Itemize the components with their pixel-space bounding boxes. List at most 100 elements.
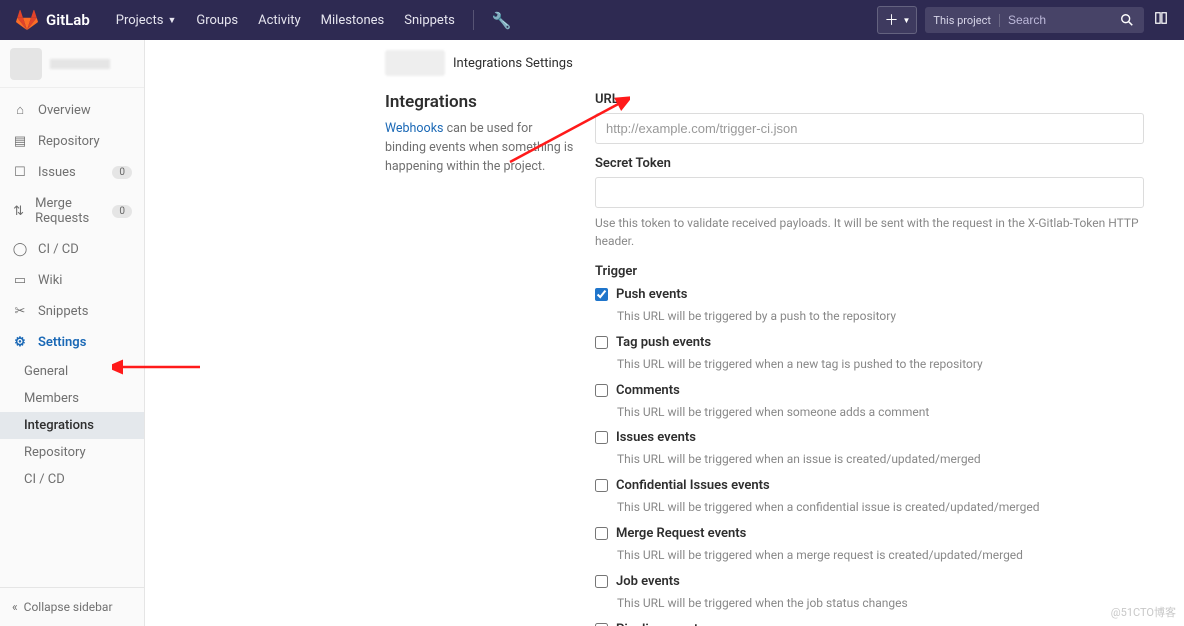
sidebar-item-snippets[interactable]: ✂ Snippets: [0, 296, 144, 327]
sidebar-item-overview[interactable]: ⌂Overview: [0, 94, 144, 126]
secret-input[interactable]: [595, 177, 1144, 208]
sidebar-item-repository[interactable]: ▤Repository: [0, 126, 144, 157]
snippets-icon: ✂: [12, 304, 28, 319]
admin-wrench-icon[interactable]: 🔧: [482, 0, 522, 40]
sidebar-subitem-members[interactable]: Members: [0, 385, 144, 412]
trigger-desc: This URL will be triggered when someone …: [617, 404, 1144, 421]
trigger-row: Job events: [595, 574, 1144, 589]
nav-milestones[interactable]: Milestones: [311, 0, 395, 40]
trigger-label: Pipeline events: [616, 622, 705, 626]
new-dropdown-button[interactable]: ＋▼: [877, 6, 917, 34]
section-desc: Webhooks can be used for binding events …: [385, 120, 575, 176]
project-header[interactable]: [0, 40, 144, 88]
sidebar-item-wiki[interactable]: ▭ Wiki: [0, 265, 144, 296]
sidebar-item-label: CI / CD: [38, 242, 79, 257]
sidebar-item-merge-requests[interactable]: ⇅Merge Requests0: [0, 188, 144, 234]
sidebar-item-ci-cd[interactable]: ◯ CI / CD: [0, 234, 144, 265]
trigger-checkbox[interactable]: [595, 384, 608, 397]
trigger-row: Tag push events: [595, 335, 1144, 350]
sidebar: ⌂Overview▤Repository☐Issues0⇅Merge Reque…: [0, 40, 145, 626]
sidebar-item-label: Settings: [38, 335, 86, 350]
trigger-label: Merge Request events: [616, 526, 746, 541]
sidebar-subitem-ci-cd[interactable]: CI / CD: [0, 466, 144, 493]
trigger-desc: This URL will be triggered by a push to …: [617, 308, 1144, 325]
search-input[interactable]: [1000, 13, 1110, 27]
sidebar-item-settings[interactable]: ⚙ Settings: [0, 327, 144, 358]
book-icon[interactable]: [1154, 11, 1168, 29]
section-heading: Integrations: [385, 92, 575, 112]
sidebar-subitem-repository[interactable]: Repository: [0, 439, 144, 466]
ci-icon: ◯: [12, 242, 28, 257]
top-navbar: GitLab Projects▼ Groups Activity Milesto…: [0, 0, 1184, 40]
breadcrumb-blurred: [385, 50, 445, 76]
trigger-heading: Trigger: [595, 264, 1144, 279]
webhooks-link[interactable]: Webhooks: [385, 121, 443, 136]
chevron-down-icon: ▼: [167, 15, 176, 26]
plus-icon: ＋: [884, 10, 898, 30]
trigger-checkbox[interactable]: [595, 623, 608, 626]
trigger-checkbox-label[interactable]: Comments: [595, 383, 1144, 398]
url-label: URL: [595, 92, 1144, 107]
count-badge: 0: [112, 166, 132, 179]
trigger-checkbox-label[interactable]: Pipeline events: [595, 622, 1144, 626]
trigger-checkbox[interactable]: [595, 479, 608, 492]
trigger-checkbox-label[interactable]: Issues events: [595, 430, 1144, 445]
trigger-checkbox-label[interactable]: Confidential Issues events: [595, 478, 1144, 493]
trigger-checkbox[interactable]: [595, 527, 608, 540]
trigger-checkbox[interactable]: [595, 336, 608, 349]
breadcrumb: Integrations Settings: [145, 40, 1184, 92]
sidebar-item-issues[interactable]: ☐Issues0: [0, 157, 144, 188]
trigger-row: Comments: [595, 383, 1144, 398]
trigger-row: Merge Request events: [595, 526, 1144, 541]
trigger-desc: This URL will be triggered when a confid…: [617, 499, 1144, 516]
settings-icon: ⚙: [12, 335, 28, 350]
wiki-icon: ▭: [12, 273, 28, 288]
nav-projects[interactable]: Projects▼: [106, 0, 187, 40]
trigger-checkbox-label[interactable]: Merge Request events: [595, 526, 1144, 541]
sidebar-subitem-integrations[interactable]: Integrations: [0, 412, 144, 439]
main-content: Integrations Settings Integrations Webho…: [145, 40, 1184, 626]
watermark: @51CTO博客: [1111, 604, 1176, 620]
collapse-sidebar[interactable]: « Collapse sidebar: [0, 587, 144, 626]
gitlab-icon: [16, 9, 38, 31]
trigger-label: Comments: [616, 383, 680, 398]
breadcrumb-label: Integrations Settings: [453, 56, 573, 71]
url-input[interactable]: [595, 113, 1144, 144]
nav-snippets[interactable]: Snippets: [394, 0, 465, 40]
brand-text: GitLab: [46, 11, 90, 29]
sidebar-item-label: Overview: [38, 103, 91, 118]
webhook-form: URL Secret Token Use this token to valid…: [595, 92, 1144, 626]
nav-groups[interactable]: Groups: [186, 0, 248, 40]
trigger-checkbox-label[interactable]: Job events: [595, 574, 1144, 589]
sidebar-item-label: Merge Requests: [35, 196, 112, 226]
trigger-checkbox-label[interactable]: Push events: [595, 287, 1144, 302]
trigger-checkbox[interactable]: [595, 288, 608, 301]
count-badge: 0: [112, 205, 132, 218]
search-box: This project: [925, 7, 1144, 33]
trigger-row: Pipeline events: [595, 622, 1144, 626]
sidebar-item-label: Snippets: [38, 304, 89, 319]
trigger-checkbox[interactable]: [595, 431, 608, 444]
chevron-left-icon: «: [12, 600, 18, 614]
nav-divider: [473, 10, 474, 30]
trigger-desc: This URL will be triggered when the job …: [617, 595, 1144, 612]
chevron-down-icon: ▼: [902, 16, 910, 25]
trigger-checkbox[interactable]: [595, 575, 608, 588]
sidebar-item-label: Issues: [38, 165, 76, 180]
sidebar-item-label: Wiki: [38, 273, 62, 288]
gitlab-logo[interactable]: GitLab: [16, 9, 90, 31]
section-description: Integrations Webhooks can be used for bi…: [385, 92, 595, 626]
sidebar-subitem-general[interactable]: General: [0, 358, 144, 385]
trigger-desc: This URL will be triggered when a new ta…: [617, 356, 1144, 373]
trigger-desc: This URL will be triggered when an issue…: [617, 451, 1144, 468]
trigger-label: Tag push events: [616, 335, 711, 350]
sidebar-item-label: Repository: [38, 134, 100, 149]
trigger-desc: This URL will be triggered when a merge …: [617, 547, 1144, 564]
trigger-row: Issues events: [595, 430, 1144, 445]
nav-activity[interactable]: Activity: [248, 0, 311, 40]
search-icon: [1120, 13, 1134, 27]
search-button[interactable]: [1110, 13, 1144, 27]
search-scope[interactable]: This project: [925, 14, 1000, 27]
trigger-checkbox-label[interactable]: Tag push events: [595, 335, 1144, 350]
sidebar-menu: ⌂Overview▤Repository☐Issues0⇅Merge Reque…: [0, 88, 144, 587]
